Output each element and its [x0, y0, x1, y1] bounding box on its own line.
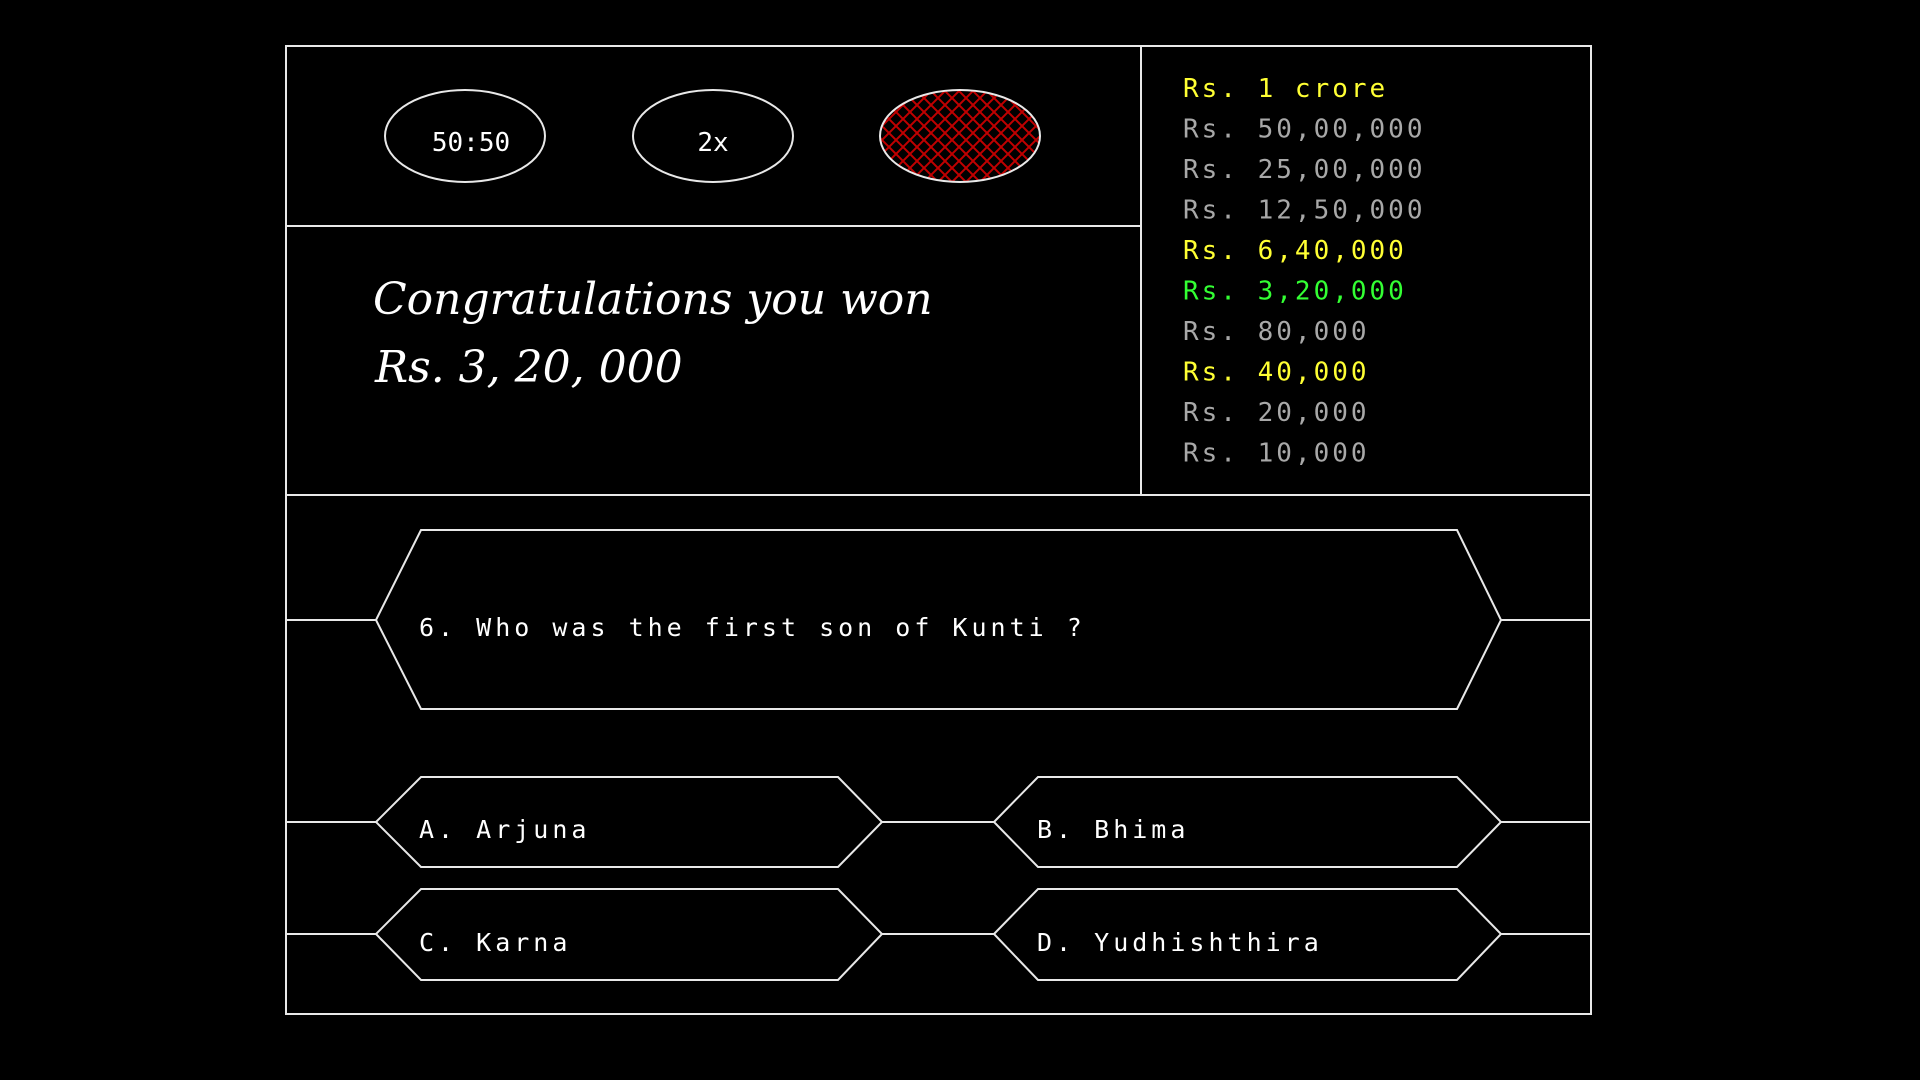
congrats-message: Congratulations you won: [373, 274, 933, 325]
option-a[interactable]: A. Arjuna: [374, 776, 884, 868]
lifeline-used-hatched: [879, 89, 1041, 183]
lifeline-label: 2x: [697, 128, 728, 158]
ladder-prize: Rs. 6,40,000: [1183, 236, 1407, 266]
won-amount: Rs. 3, 20, 000: [374, 342, 683, 393]
ladder-prize: Rs. 3,20,000: [1183, 277, 1407, 307]
option-d[interactable]: D. Yudhishthira: [992, 888, 1503, 981]
ladder-prize: Rs. 20,000: [1183, 398, 1370, 428]
option-label: A. Arjuna: [419, 815, 590, 844]
ladder-prize: Rs. 1 crore: [1183, 74, 1388, 104]
question-box: 6. Who was the first son of Kunti ?: [374, 529, 1503, 710]
ladder-prize: Rs. 40,000: [1183, 358, 1370, 388]
lifeline-double-dip[interactable]: 2x: [632, 89, 794, 183]
money-ladder: Rs. 1 crore Rs. 50,00,000 Rs. 25,00,000 Rs.…: [1183, 74, 1426, 469]
ladder-prize: Rs. 25,00,000: [1183, 155, 1426, 185]
option-label: B. Bhima: [1037, 815, 1189, 844]
ladder-prize: Rs. 12,50,000: [1183, 196, 1426, 226]
ladder-prize: Rs. 10,000: [1183, 439, 1370, 469]
lifeline-label: 50:50: [432, 128, 510, 158]
option-c[interactable]: C. Karna: [374, 888, 884, 981]
ladder-prize: Rs. 80,000: [1183, 317, 1370, 347]
option-label: C. Karna: [419, 928, 571, 957]
game-board: 50:50 2x Congratulations you won Rs. 3, …: [285, 45, 1592, 1015]
option-label: D. Yudhishthira: [1037, 928, 1323, 957]
ladder-prize: Rs. 50,00,000: [1183, 115, 1426, 145]
lifeline-fifty-fifty[interactable]: 50:50: [384, 89, 546, 183]
question-text: 6. Who was the first son of Kunti ?: [419, 613, 1086, 642]
option-b[interactable]: B. Bhima: [992, 776, 1503, 868]
